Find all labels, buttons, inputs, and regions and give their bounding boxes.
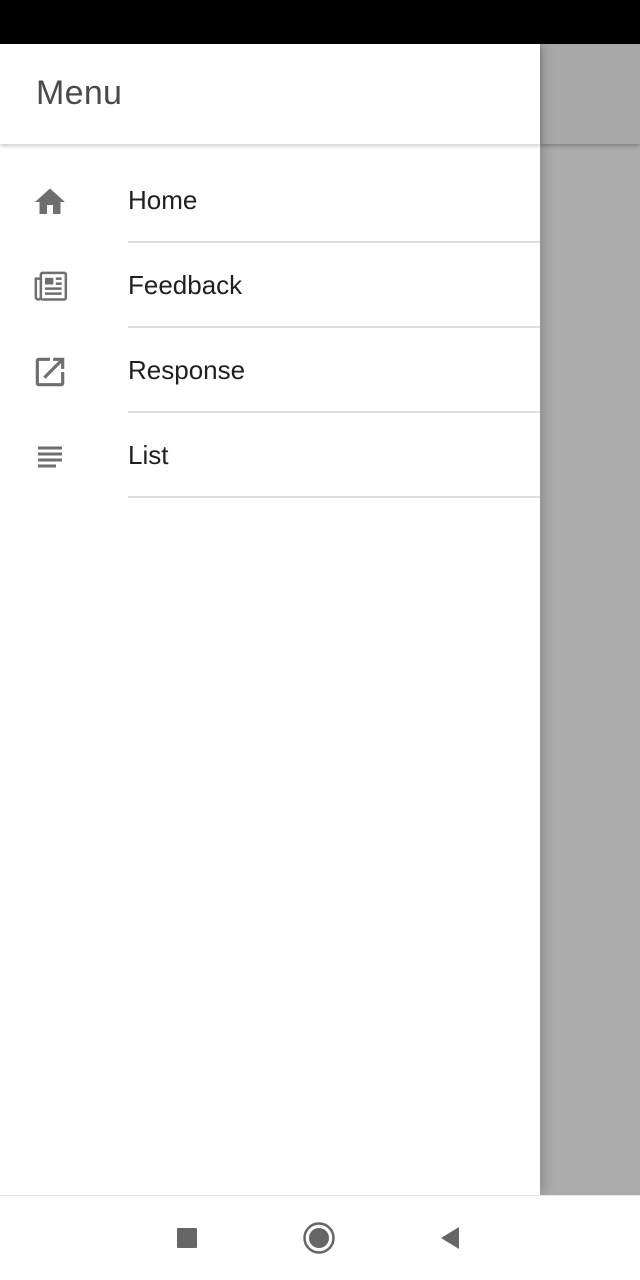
menu-item-list[interactable]: List xyxy=(0,413,540,498)
drawer-scrim[interactable] xyxy=(540,44,640,1195)
newspaper-icon xyxy=(30,267,70,307)
menu-item-feedback[interactable]: Feedback xyxy=(0,243,540,328)
menu-item-label: List xyxy=(128,440,169,470)
system-nav-bar xyxy=(0,1195,640,1280)
home-icon xyxy=(30,182,70,222)
back-icon[interactable] xyxy=(428,1216,472,1260)
drawer-title: Menu xyxy=(36,74,123,112)
menu-item-response[interactable]: Response xyxy=(0,328,540,413)
menu-item-label: Home xyxy=(128,185,198,215)
menu-item-label: Response xyxy=(128,355,246,385)
divider xyxy=(128,496,540,498)
open-in-new-icon xyxy=(30,352,70,392)
status-bar xyxy=(0,0,640,44)
menu-item-label: Feedback xyxy=(128,270,243,300)
home-circle-icon[interactable] xyxy=(297,1216,341,1260)
recents-icon[interactable] xyxy=(165,1216,209,1260)
menu-item-home[interactable]: Home xyxy=(0,158,540,243)
drawer-header: Menu xyxy=(0,44,540,144)
navigation-drawer: Menu Home Feedback Response List xyxy=(0,44,540,1195)
list-icon xyxy=(30,437,70,477)
app-bar-behind-scrim xyxy=(540,44,640,144)
menu-list: Home Feedback Response List xyxy=(0,158,540,498)
